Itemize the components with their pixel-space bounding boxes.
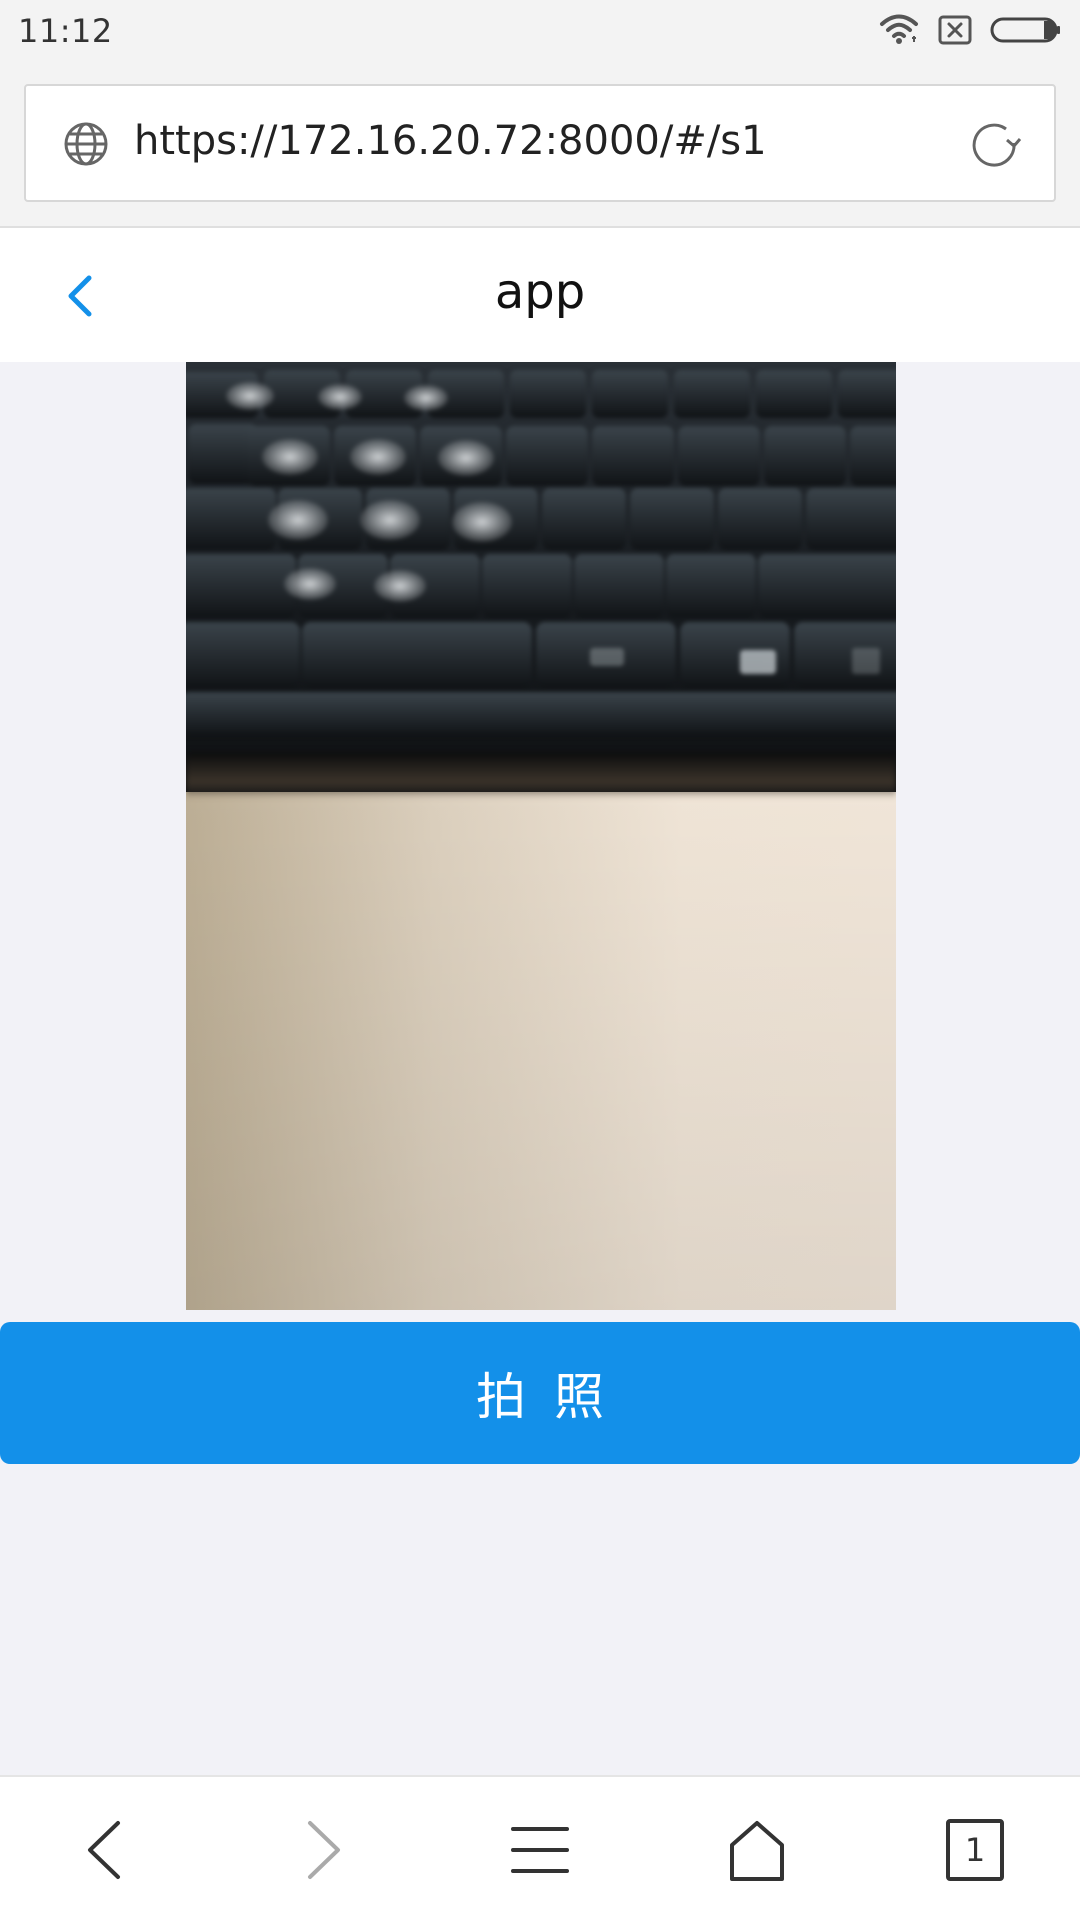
forward-icon [308,1821,340,1879]
home-icon [730,1821,784,1881]
browser-bottom-nav: 1 [0,1775,1080,1920]
camera-keyboard-image [186,362,896,792]
browser-toolbar: https://172.16.20.72:8000/#/s1 [0,62,1080,228]
camera-preview [186,362,896,1310]
tab-count: 1 [964,1831,986,1869]
address-bar[interactable]: https://172.16.20.72:8000/#/s1 [24,84,1056,202]
status-time: 11:12 [18,12,113,50]
reload-icon[interactable] [966,116,1024,174]
nav-home[interactable] [722,1815,792,1885]
nav-menu[interactable] [505,1815,575,1885]
battery-icon [990,17,1060,43]
url-text[interactable]: https://172.16.20.72:8000/#/s1 [134,118,767,164]
nav-back[interactable] [70,1815,140,1885]
take-photo-button[interactable]: 拍照 [0,1322,1080,1464]
nav-forward[interactable] [288,1815,358,1885]
page-title: app [494,264,586,320]
status-bar: 11:12 [0,0,1080,62]
keyboard-keys-image [186,370,896,736]
back-icon [88,1821,120,1879]
app-header: app [0,228,1080,362]
wifi-icon [880,14,918,44]
status-icons [878,10,1062,50]
sim-error-icon [938,15,972,45]
nav-tabs[interactable]: 1 [940,1815,1010,1885]
globe-icon [64,122,108,166]
menu-icon [511,1827,569,1873]
keyboard-edge [186,752,896,798]
